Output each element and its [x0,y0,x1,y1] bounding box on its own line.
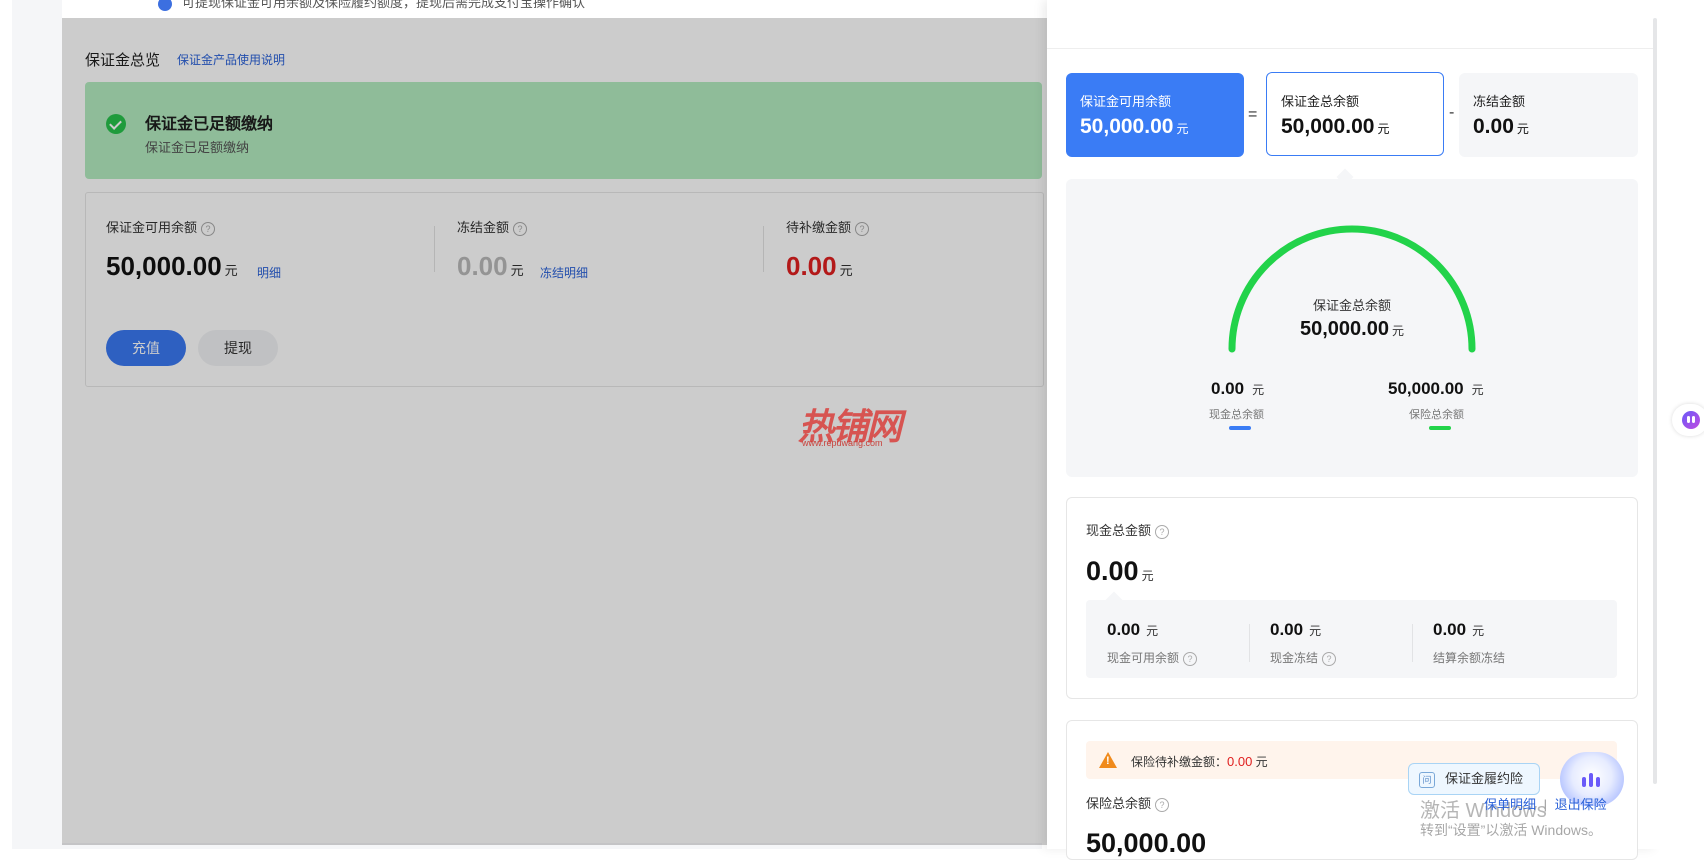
insurance-legend-bar [1429,426,1451,430]
gauge-chart [1228,225,1476,353]
gauge-title: 保证金总余额 [1312,298,1391,313]
help-icon[interactable]: ? [1155,797,1170,812]
help-icon[interactable]: ? [1183,651,1198,666]
insurance-links: 保单明细 | 退出保险 [1484,794,1607,813]
policy-detail-link[interactable]: 保单明细 [1484,797,1536,812]
formula-frozen-value: 0.00 元 [1473,115,1529,138]
question-icon: 问 [1419,772,1435,788]
cash-legend-bar [1229,426,1251,430]
side-assistant-button[interactable] [1672,404,1704,436]
top-notice-text: 可提现保证金可用余额及保险履约额度，提现后需完成支付宝操作确认 [182,0,586,10]
assistant-face-icon [1682,411,1700,429]
top-notice-bar: 可提现保证金可用余额及保险履约额度，提现后需完成支付宝操作确认 [62,0,1042,18]
formula-available-label: 保证金可用余额 [1080,94,1172,109]
insurance-value: 50,000.00 [1086,828,1207,858]
cash-frozen-value: 0.00 元 [1270,620,1322,639]
gauge-cash-value: 0.00 元 [1211,379,1265,398]
windows-activate-subtitle: 转到“设置”以激活 Windows。 [1420,822,1603,838]
gauge-insurance-value: 50,000.00 元 [1388,379,1484,398]
formula-total-label: 保证金总余额 [1281,94,1360,109]
top-notice: 可提现保证金可用余额及保险履约额度，提现后需完成支付宝操作确认 [158,0,585,11]
formula-total[interactable]: 保证金总余额 50,000.00 元 [1266,72,1444,156]
link-separator: | [1543,797,1548,812]
formula-total-value: 50,000.00 元 [1281,115,1390,138]
cash-breakdown [1086,600,1617,678]
formula-frozen[interactable]: 冻结金额 0.00 元 [1459,73,1638,157]
warning-icon [1099,752,1117,768]
help-icon[interactable]: ? [1322,651,1337,666]
cash-available-label: 现金可用余额? [1107,649,1198,666]
watermark-url: www.repuwang.com [802,438,883,448]
formula-available[interactable]: 保证金可用余额 50,000.00 元 [1066,73,1244,157]
insurance-title: 保险总余额? [1086,793,1170,812]
cash-available-value: 0.00 元 [1107,620,1159,639]
settlement-frozen-value: 0.00 元 [1433,620,1485,639]
cash-frozen-label: 现金冻结? [1270,649,1337,666]
divider [1412,624,1413,662]
cash-value: 0.00 元 [1086,556,1154,586]
equals-sign: = [1248,106,1258,123]
settlement-frozen-label: 结算余额冻结 [1433,651,1506,665]
info-icon [158,0,172,11]
performance-insurance-button[interactable]: 问保证金履约险 [1408,763,1540,795]
exit-insurance-link[interactable]: 退出保险 [1555,797,1607,812]
help-icon[interactable]: ? [1155,524,1170,539]
minus-sign: - [1449,104,1455,121]
cash-title: 现金总金额? [1086,520,1170,539]
divider [1249,624,1250,662]
formula-frozen-label: 冻结金额 [1473,94,1526,109]
voice-bars-icon [1582,773,1603,792]
drawer-header [1047,0,1657,49]
formula-available-value: 50,000.00 元 [1080,115,1189,138]
gauge-value: 50,000.00 元 [1300,318,1404,340]
watermark-logo: 热铺网 www.repuwang.com [798,398,908,452]
gauge-cash-label: 现金总余额 [1209,409,1264,421]
gauge-insurance-label: 保险总余额 [1409,409,1464,421]
insurance-warning-text: 保险待补缴金额：0.00 元 [1131,754,1268,769]
